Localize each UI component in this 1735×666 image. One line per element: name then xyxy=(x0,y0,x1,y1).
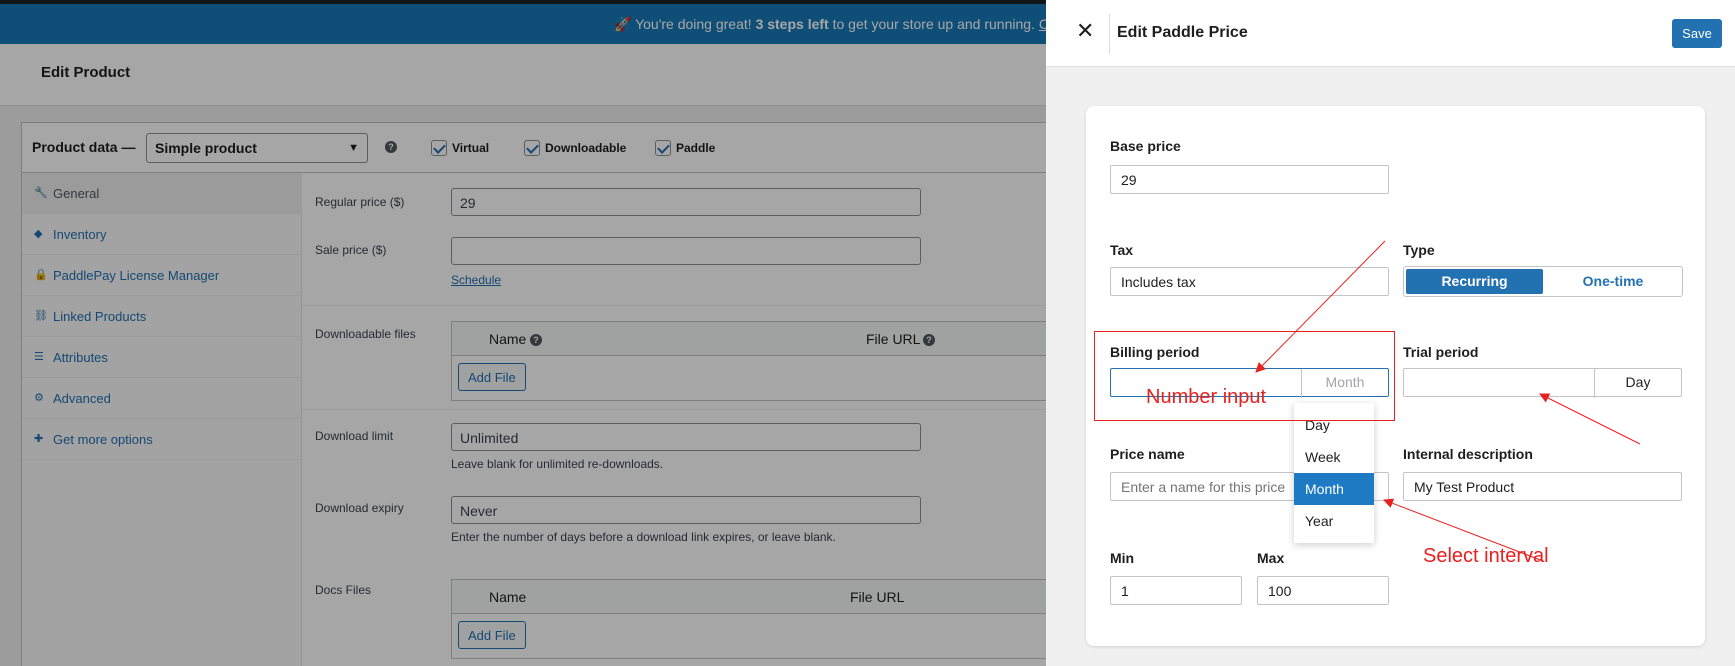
max-label: Max xyxy=(1257,550,1285,566)
min-input[interactable]: 1 xyxy=(1110,576,1242,605)
base-price-input[interactable]: 29 xyxy=(1110,165,1389,194)
close-icon[interactable]: ✕ xyxy=(1076,19,1094,43)
annotation-select-interval: Select interval xyxy=(1423,545,1549,567)
interval-option-week[interactable]: Week xyxy=(1294,441,1374,473)
trial-period-unit-select[interactable]: Day xyxy=(1594,369,1681,398)
interval-dropdown: Day Week Month Year xyxy=(1294,403,1374,543)
modal-backdrop[interactable] xyxy=(0,0,1046,666)
tax-select[interactable]: Includes tax xyxy=(1110,267,1389,296)
interval-option-year[interactable]: Year xyxy=(1294,505,1374,537)
trial-period-control: Day xyxy=(1403,368,1682,398)
type-one-time-option[interactable]: One-time xyxy=(1545,269,1681,294)
trial-period-label: Trial period xyxy=(1403,344,1479,360)
annotation-number-input: Number input xyxy=(1146,386,1267,408)
type-label: Type xyxy=(1403,242,1435,258)
internal-description-input[interactable]: My Test Product xyxy=(1403,472,1682,501)
price-name-label: Price name xyxy=(1110,446,1185,462)
drawer-title: Edit Paddle Price xyxy=(1117,24,1248,41)
interval-option-month[interactable]: Month xyxy=(1294,473,1374,505)
base-price-label: Base price xyxy=(1110,138,1181,154)
max-input[interactable]: 100 xyxy=(1257,576,1389,605)
save-button[interactable]: Save xyxy=(1672,19,1722,48)
min-label: Min xyxy=(1110,550,1135,566)
type-recurring-option[interactable]: Recurring xyxy=(1406,269,1543,294)
internal-description-label: Internal description xyxy=(1403,446,1533,462)
drawer-header: ✕ Edit Paddle Price Save xyxy=(1046,0,1735,67)
tax-label: Tax xyxy=(1110,242,1134,258)
type-toggle: Recurring One-time xyxy=(1403,266,1683,297)
trial-period-number-input[interactable] xyxy=(1404,369,1594,398)
header-divider xyxy=(1109,14,1110,54)
